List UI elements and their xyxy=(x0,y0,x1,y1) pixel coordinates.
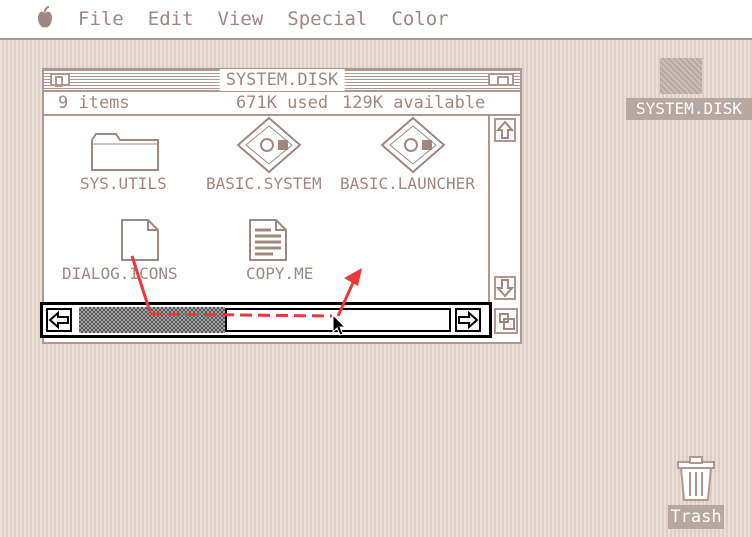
horizontal-scrollbar[interactable] xyxy=(40,302,492,338)
arrow-right-icon xyxy=(458,310,479,330)
icon-dialog-icons[interactable]: DIALOG.ICONS xyxy=(60,216,200,296)
trash-icon[interactable] xyxy=(676,456,716,502)
icon-basic-system[interactable]: BASIC.SYSTEM xyxy=(202,116,342,196)
icon-copy-me[interactable]: COPY.ME xyxy=(224,216,334,296)
window-content: SYS.UTILS BASIC.SYSTEM BASIC.LAUNCHER DI… xyxy=(44,116,488,302)
item-count: 9 items xyxy=(58,93,130,113)
icon-label: COPY.ME xyxy=(246,264,314,283)
window-info-bar: 9 items 671K used 129K available xyxy=(44,92,520,116)
vertical-scrollbar[interactable] xyxy=(488,116,520,308)
menu-bar: File Edit View Special Color xyxy=(0,0,752,40)
application-icon xyxy=(236,116,302,174)
icon-label: SYS.UTILS xyxy=(80,174,167,193)
scroll-down-arrow[interactable] xyxy=(494,276,516,300)
menu-file[interactable]: File xyxy=(78,8,124,30)
arrow-down-icon xyxy=(495,279,515,298)
disk-icon[interactable] xyxy=(660,58,702,94)
menu-view[interactable]: View xyxy=(218,8,264,30)
scroll-right-arrow[interactable] xyxy=(455,308,481,332)
menu-color[interactable]: Color xyxy=(391,8,448,30)
menu-edit[interactable]: Edit xyxy=(148,8,194,30)
grow-box[interactable] xyxy=(494,308,518,334)
disk-label[interactable]: SYSTEM.DISK xyxy=(626,98,752,120)
screen: File Edit View Special Color SYSTEM.DISK… xyxy=(0,0,752,537)
apple-icon[interactable] xyxy=(34,6,56,32)
trash-label[interactable]: Trash xyxy=(668,505,724,529)
scroll-thumb[interactable] xyxy=(79,307,225,333)
icon-sys-utils[interactable]: SYS.UTILS xyxy=(64,126,184,196)
mouse-pointer-icon xyxy=(332,314,346,336)
close-box[interactable] xyxy=(50,73,70,87)
application-icon xyxy=(380,116,446,174)
window-title: SYSTEM.DISK xyxy=(219,69,345,91)
scroll-left-arrow[interactable] xyxy=(46,308,72,332)
arrow-left-icon xyxy=(48,310,69,330)
icon-label: BASIC.LAUNCHER xyxy=(340,174,475,193)
window-titlebar[interactable]: SYSTEM.DISK xyxy=(44,69,520,92)
menu-special[interactable]: Special xyxy=(287,8,367,30)
zoom-box[interactable] xyxy=(488,73,514,86)
disk-available: 129K available xyxy=(342,93,486,113)
scroll-up-arrow[interactable] xyxy=(494,118,516,142)
icon-label: BASIC.SYSTEM xyxy=(206,174,322,193)
icon-basic-launcher[interactable]: BASIC.LAUNCHER xyxy=(340,116,490,196)
text-document-icon xyxy=(249,219,287,261)
document-icon xyxy=(121,219,159,261)
finder-window: SYSTEM.DISK 9 items 671K used 129K avail… xyxy=(40,68,522,344)
icon-label: DIALOG.ICONS xyxy=(62,264,178,283)
arrow-up-icon xyxy=(495,120,515,139)
disk-used: 671K used xyxy=(236,93,329,113)
folder-icon xyxy=(91,133,159,171)
